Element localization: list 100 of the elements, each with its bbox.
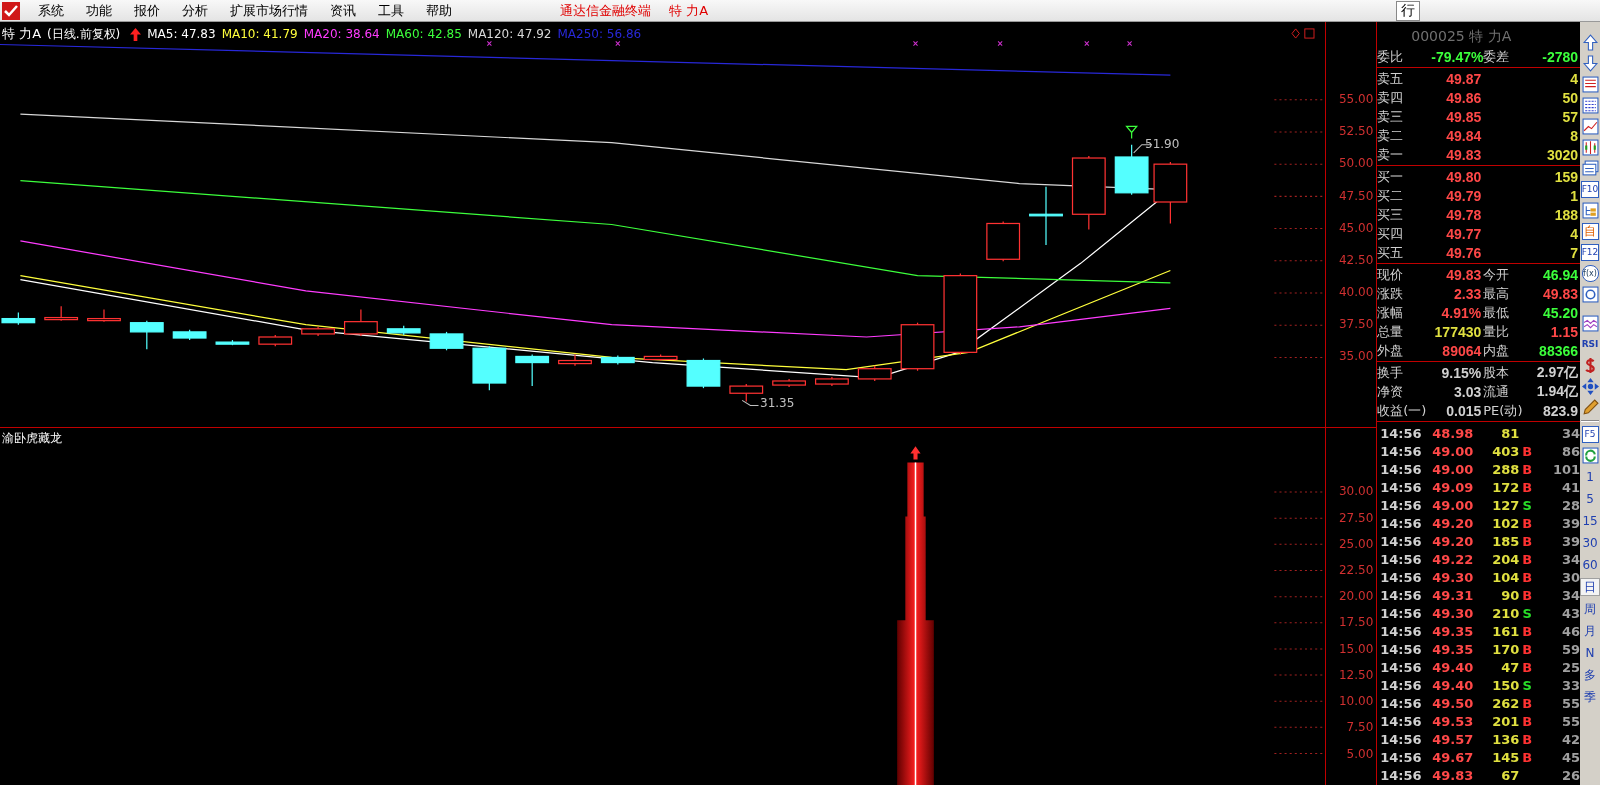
order-level-label: 买三 [1377,205,1405,224]
trade-side: B [1521,569,1534,585]
wave-chart-icon[interactable] [1581,315,1599,332]
trade-side: B [1521,515,1534,531]
trade-side: B [1521,587,1534,603]
order-price: 49.85 [1445,108,1483,125]
menu-item[interactable]: 系统 [38,1,64,20]
order-volume: 8 [1569,127,1580,144]
axis-tick-label: 10.00 [1338,694,1374,709]
menu-item[interactable]: 报价 [134,1,160,20]
candle-icon[interactable] [1581,139,1599,156]
cross-marker-icon [1127,40,1133,47]
trade-count: 101 [1551,461,1581,477]
trade-count: 86 [1560,443,1581,459]
grid-icon[interactable] [1581,97,1599,114]
menu-item[interactable]: 帮助 [426,1,452,20]
line-icon[interactable] [1581,118,1599,135]
field-label: 收益(一) [1377,401,1428,420]
candlestick [301,326,335,337]
axis-tick-label: 50.00 [1338,156,1374,171]
order-level-label: 卖三 [1377,107,1405,126]
trade-time: 14:56 [1379,425,1423,441]
trade-side: B [1521,443,1534,459]
period-button[interactable]: 日 [1580,578,1600,596]
field-value: 1.94亿 [1535,382,1580,401]
order-level-label: 卖二 [1377,126,1405,145]
f5-button[interactable]: F5 [1581,426,1599,443]
f12-button[interactable]: F12 [1580,244,1600,261]
trade-volume: 47 [1500,659,1520,675]
period-button[interactable]: 15 [1580,512,1600,530]
order-price: 49.77 [1445,225,1483,242]
pencil-icon[interactable] [1581,399,1599,416]
circle-icon[interactable] [1581,286,1599,303]
period-button[interactable]: 30 [1580,534,1600,552]
axis-tick-label: 42.50 [1338,252,1374,267]
down-icon[interactable] [1581,55,1599,72]
axis-tick-label: 47.50 [1338,188,1374,203]
rsi-button[interactable]: RSI [1581,336,1599,353]
order-level-label: 卖四 [1377,88,1405,107]
menu-item[interactable]: 扩展市场行情 [230,1,308,20]
tree-icon[interactable] [1581,202,1599,219]
field-value: 46.94 [1542,266,1580,283]
f10-button[interactable]: F10 [1580,181,1600,198]
menu-item[interactable]: 资讯 [330,1,356,20]
field-label: 内盘 [1483,341,1511,360]
diamond-square-icon [1291,28,1316,39]
order-price: 49.79 [1445,187,1483,204]
field-label: 涨跌 [1377,284,1405,303]
axis-tick-label: 37.50 [1338,317,1374,332]
window-icon[interactable] [1581,160,1599,177]
period-button[interactable]: 1 [1580,468,1600,486]
low-price-label: 31.35 [760,396,795,410]
up-icon[interactable] [1581,34,1599,51]
period-button[interactable]: 5 [1580,490,1600,508]
order-volume: 1 [1569,187,1580,204]
candlestick [600,354,635,366]
menu-item[interactable]: 工具 [378,1,404,20]
formula-button[interactable]: f(x) [1581,265,1599,282]
trade-volume: 67 [1500,767,1520,783]
field-value: 1.15 [1549,323,1580,340]
leader-line [741,399,759,407]
menu-item[interactable]: 功能 [86,1,112,20]
trade-volume: 288 [1491,461,1520,477]
trade-time: 14:56 [1379,749,1423,765]
favorites-button[interactable]: 自 [1581,223,1599,240]
trade-count: 46 [1560,623,1581,639]
period-button[interactable]: 多 [1580,666,1600,684]
candlestick [1153,161,1188,225]
field-label: 委差 [1483,47,1511,66]
trade-volume: 185 [1491,533,1520,549]
field-label: 现价 [1377,265,1405,284]
trade-side: B [1521,713,1534,729]
move-icon[interactable] [1581,378,1599,395]
quote-tab-button[interactable]: 行 [1396,0,1420,21]
trade-price: 49.00 [1431,443,1474,459]
axis-tick-label: 20.00 [1338,589,1374,604]
period-button[interactable]: 季 [1580,688,1600,706]
trade-volume: 81 [1500,425,1520,441]
period-button[interactable]: 周 [1580,600,1600,618]
trade-time: 14:56 [1379,515,1423,531]
candlestick [772,378,806,388]
trade-time: 14:56 [1379,533,1423,549]
order-price: 49.76 [1445,244,1483,261]
period-button[interactable]: 60 [1580,556,1600,574]
trade-count: 42 [1560,731,1581,747]
axis-tick-label: 25.00 [1338,536,1374,551]
menu-item[interactable]: 分析 [182,1,208,20]
trade-count: 30 [1560,569,1581,585]
trade-count: 28 [1560,497,1581,513]
list-icon[interactable] [1581,76,1599,93]
axis-tick-label: 45.00 [1338,220,1374,235]
candlestick [515,353,550,387]
period-button[interactable]: 月 [1580,622,1600,640]
trade-side: S [1521,497,1533,513]
refresh-icon[interactable] [1581,447,1599,464]
period-button[interactable]: N [1580,644,1600,662]
cross-marker-icon [486,40,492,47]
trade-price: 49.31 [1431,587,1474,603]
field-value: 177430 [1433,323,1483,340]
order-volume: 188 [1553,206,1580,223]
